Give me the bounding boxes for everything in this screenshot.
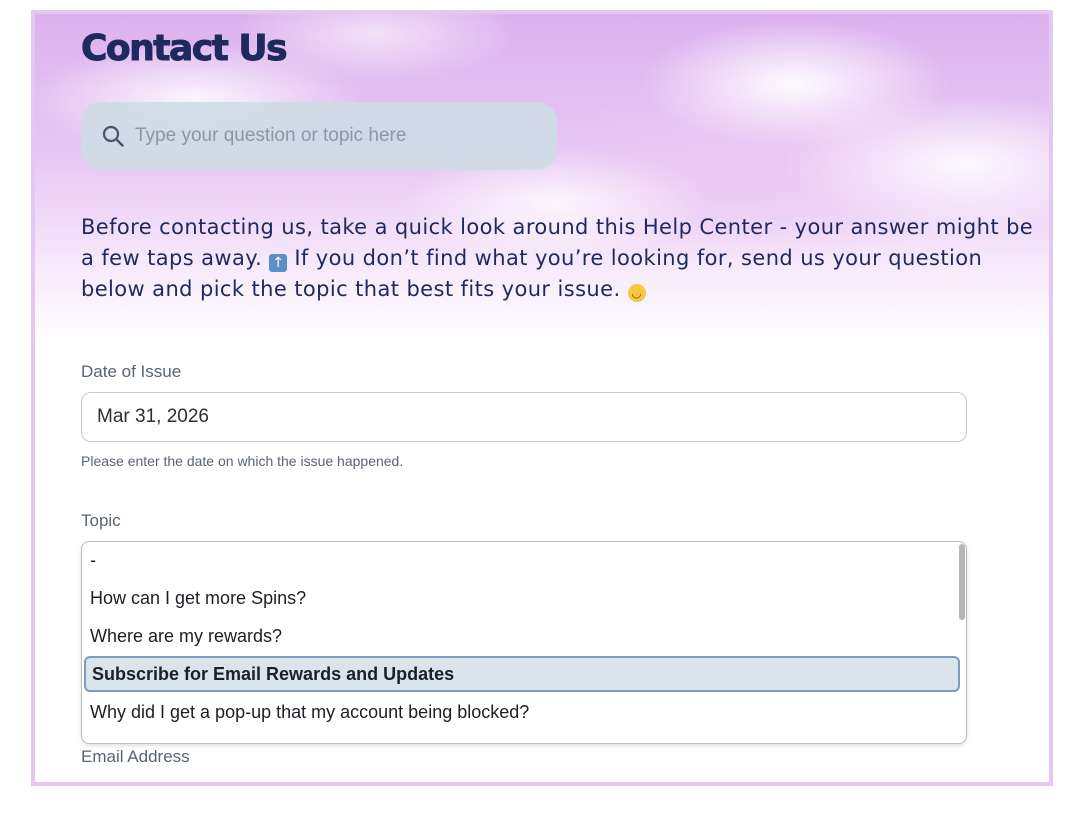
topic-option[interactable]: Why did I get a pop-up that my account b…	[84, 694, 960, 730]
topic-option[interactable]: How can I get more Spins?	[84, 580, 960, 616]
date-hint: Please enter the date on which the issue…	[81, 453, 404, 469]
smile-emoji-icon: ◡	[627, 284, 646, 302]
topic-option[interactable]: -	[84, 542, 960, 578]
topic-option-selected[interactable]: Subscribe for Email Rewards and Updates	[84, 656, 960, 692]
topic-label: Topic	[81, 511, 121, 530]
date-label: Date of Issue	[81, 362, 182, 381]
intro-paragraph: Before contacting us, take a quick look …	[81, 212, 1041, 305]
search-input[interactable]	[133, 124, 537, 148]
email-label: Email Address	[81, 747, 190, 766]
contact-form-frame: Contact Us Before contacting us, take a …	[31, 10, 1053, 786]
topic-scrollbar[interactable]	[959, 544, 965, 620]
up-arrow-emoji-icon: ↑	[269, 254, 288, 272]
topic-listbox[interactable]: - How can I get more Spins? Where are my…	[81, 541, 967, 744]
search-icon	[101, 124, 125, 148]
topic-option[interactable]: Where are my rewards?	[84, 618, 960, 654]
page-title: Contact Us	[80, 28, 288, 70]
date-field[interactable]	[81, 392, 967, 442]
search-bar[interactable]	[81, 102, 557, 170]
